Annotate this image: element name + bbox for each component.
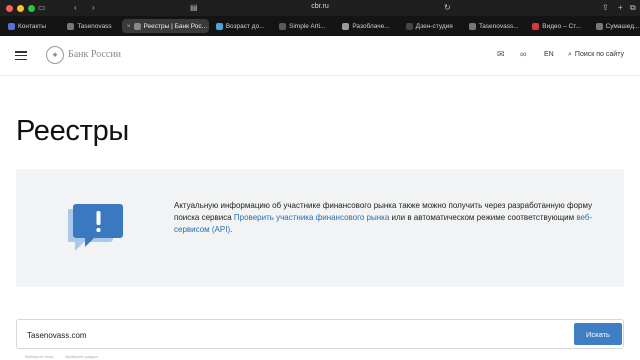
tab-label: Видео – Ст... <box>542 22 581 30</box>
info-text-part: . <box>230 225 233 234</box>
tab-label: Сумашед... <box>605 22 640 30</box>
tab-simple-articles[interactable]: Simple Arti... <box>274 19 335 33</box>
site-header: ✦ Банк России ✉ ∞ EN ⌕ Поиск по сайту <box>0 36 640 76</box>
tab-sumashed[interactable]: Сумашед... <box>591 19 640 33</box>
tab-favicon <box>133 22 141 30</box>
tab-label: Реестры | Банк Рос... <box>143 22 208 30</box>
info-box: Актуальную информацию об участнике финан… <box>16 169 624 287</box>
tab-label: Возраст до... <box>225 22 265 30</box>
search-icon: ⌕ <box>568 51 572 58</box>
tab-favicon <box>595 22 603 30</box>
address-bar[interactable]: cbr.ru <box>300 3 340 10</box>
tab-label: Simple Arti... <box>289 22 326 30</box>
tab-label: Дзен-студия <box>415 22 453 30</box>
tab-dzen-studio[interactable]: Дзен-студия <box>401 19 462 33</box>
info-speech-bubble-icon <box>68 204 123 251</box>
reload-icon[interactable]: ↻ <box>444 3 451 12</box>
tab-reestry-active[interactable]: × Реестры | Банк Рос... <box>121 19 209 33</box>
accessibility-glasses-icon[interactable]: ∞ <box>520 49 526 59</box>
mail-icon[interactable]: ✉ <box>497 49 505 60</box>
menu-icon[interactable] <box>15 51 27 60</box>
tab-favicon <box>468 22 476 30</box>
minimize-window-button[interactable] <box>17 4 24 12</box>
filter-hints: Выберите тему Выберите раздел <box>25 354 98 359</box>
new-tab-icon[interactable]: + <box>618 3 623 12</box>
back-icon[interactable]: ‹ <box>74 3 77 12</box>
window-controls <box>6 4 35 12</box>
sidebar-toggle-icon[interactable]: ▭ <box>38 3 46 12</box>
forward-icon[interactable]: › <box>92 3 95 12</box>
bank-emblem-icon[interactable]: ✦ <box>46 46 64 64</box>
tab-label: Разоблаче... <box>352 22 390 30</box>
tab-tasenovass-2[interactable]: Tasenovass... <box>464 19 525 33</box>
tab-favicon <box>8 22 15 30</box>
tab-label: Tasenovass <box>77 22 112 30</box>
tab-tasenovass[interactable]: Tasenovass <box>62 19 119 33</box>
tab-label: Контакты <box>18 22 47 30</box>
site-search-label: Поиск по сайту <box>574 51 624 58</box>
tab-vozrast[interactable]: Возраст до... <box>211 19 272 33</box>
info-text-part: или в автоматическом режиме соответствую… <box>389 213 577 222</box>
zoom-window-button[interactable] <box>28 4 35 12</box>
page-title: Реестры <box>16 115 129 147</box>
site-search-link[interactable]: ⌕ Поиск по сайту <box>568 51 624 59</box>
close-window-button[interactable] <box>6 4 13 12</box>
section-filter[interactable]: Выберите раздел <box>65 354 98 359</box>
share-icon[interactable]: ⇪ <box>602 3 609 12</box>
tab-razoblachenie[interactable]: Разоблаче... <box>337 19 398 33</box>
close-tab-icon[interactable]: × <box>127 23 131 30</box>
tab-favicon <box>279 22 286 30</box>
info-text: Актуальную информацию об участнике финан… <box>174 200 594 236</box>
tab-kontakty[interactable]: Контакты <box>3 19 60 33</box>
browser-titlebar: ▭ ‹ › ▤ cbr.ru ↻ ⇪ + ⧉ <box>0 0 640 16</box>
check-participant-link[interactable]: Проверить участника финансового рынка <box>234 213 389 222</box>
tab-favicon <box>67 22 75 30</box>
search-button[interactable]: Искать <box>574 323 622 345</box>
registry-search-field: Искать <box>16 319 624 349</box>
tab-label: Tasenovass... <box>478 22 519 30</box>
language-switch[interactable]: EN <box>544 51 554 58</box>
tab-video-studio[interactable]: Видео – Ст... <box>527 19 588 33</box>
tab-overview-icon[interactable]: ⧉ <box>630 3 636 13</box>
page-settings-icon[interactable]: ▤ <box>190 3 198 12</box>
tab-favicon <box>405 22 413 30</box>
topic-filter[interactable]: Выберите тему <box>25 354 53 359</box>
tab-favicon <box>532 22 540 30</box>
tab-bar: Контакты Tasenovass × Реестры | Банк Рос.… <box>0 16 640 36</box>
registry-search-input[interactable] <box>27 327 527 343</box>
site-logo-text[interactable]: Банк России <box>68 49 121 60</box>
tab-favicon <box>215 22 223 30</box>
tab-favicon <box>342 22 350 30</box>
